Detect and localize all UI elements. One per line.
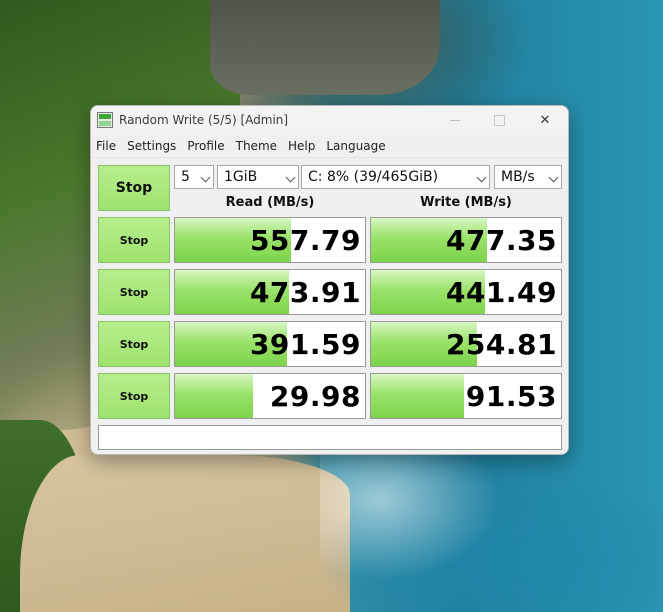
menu-language[interactable]: Language	[326, 135, 385, 157]
row-4-read-cell: 29.98	[174, 373, 366, 419]
row-2-write-value: 441.49	[445, 276, 557, 309]
row-4-read-value: 29.98	[269, 380, 361, 413]
wallpaper-beach	[20, 455, 350, 612]
row-2-write-cell: 441.49	[370, 269, 562, 315]
title-bar[interactable]: Random Write (5/5) [Admin] ✕	[91, 106, 568, 135]
row-3-read-value: 391.59	[249, 328, 361, 361]
read-column-header: Read (MB/s)	[225, 195, 315, 210]
minimize-icon[interactable]	[433, 106, 477, 135]
row-1-read-cell: 557.79	[174, 217, 366, 263]
row-4-write-cell: 91.53	[370, 373, 562, 419]
write-column-header: Write (MB/s)	[420, 195, 512, 210]
wallpaper-rock	[210, 0, 440, 95]
unit-select[interactable]: MB/s	[494, 165, 562, 189]
chevron-down-icon	[550, 174, 558, 182]
menu-bar: File Settings Profile Theme Help Languag…	[91, 135, 568, 157]
stop-all-button[interactable]: Stop	[98, 165, 170, 211]
chevron-down-icon	[287, 174, 295, 182]
row-2-read-cell: 473.91	[174, 269, 366, 315]
chevron-down-icon	[478, 174, 486, 182]
maximize-icon[interactable]	[477, 106, 521, 135]
wallpaper-sea	[320, 440, 663, 612]
row-3-write-cell: 254.81	[370, 321, 562, 367]
row-4-stop-button[interactable]: Stop	[98, 373, 170, 419]
unit-value: MB/s	[501, 169, 535, 185]
row-2-stop-button[interactable]: Stop	[98, 269, 170, 315]
diskmark-window: Random Write (5/5) [Admin] ✕ File Settin…	[90, 105, 569, 455]
row-1-write-cell: 477.35	[370, 217, 562, 263]
test-size-select[interactable]: 1GiB	[217, 165, 299, 189]
menu-file[interactable]: File	[96, 135, 116, 157]
drive-value: C: 8% (39/465GiB)	[308, 169, 439, 185]
row-3-read-cell: 391.59	[174, 321, 366, 367]
window-title: Random Write (5/5) [Admin]	[119, 113, 289, 127]
diskmark-icon	[97, 112, 113, 128]
status-bar	[98, 425, 562, 450]
test-size-value: 1GiB	[224, 169, 258, 185]
chevron-down-icon	[202, 174, 210, 182]
menu-settings[interactable]: Settings	[127, 135, 176, 157]
row-1-stop-button[interactable]: Stop	[98, 217, 170, 263]
row-2-read-value: 473.91	[249, 276, 361, 309]
test-count-select[interactable]: 5	[174, 165, 214, 189]
menu-theme[interactable]: Theme	[236, 135, 277, 157]
row-3-stop-button[interactable]: Stop	[98, 321, 170, 367]
drive-select[interactable]: C: 8% (39/465GiB)	[301, 165, 490, 189]
row-4-write-value: 91.53	[465, 380, 557, 413]
row-1-read-value: 557.79	[249, 224, 361, 257]
row-4-read-bar	[175, 374, 253, 418]
menu-help[interactable]: Help	[288, 135, 315, 157]
row-4-write-bar	[371, 374, 465, 418]
row-3-write-value: 254.81	[445, 328, 557, 361]
test-count-value: 5	[181, 169, 190, 185]
menu-profile[interactable]: Profile	[187, 135, 224, 157]
close-icon[interactable]: ✕	[523, 106, 567, 135]
row-1-write-value: 477.35	[445, 224, 557, 257]
benchmark-panel: Stop 5 1GiB C: 8% (39/465GiB) MB/s Read …	[91, 157, 568, 454]
